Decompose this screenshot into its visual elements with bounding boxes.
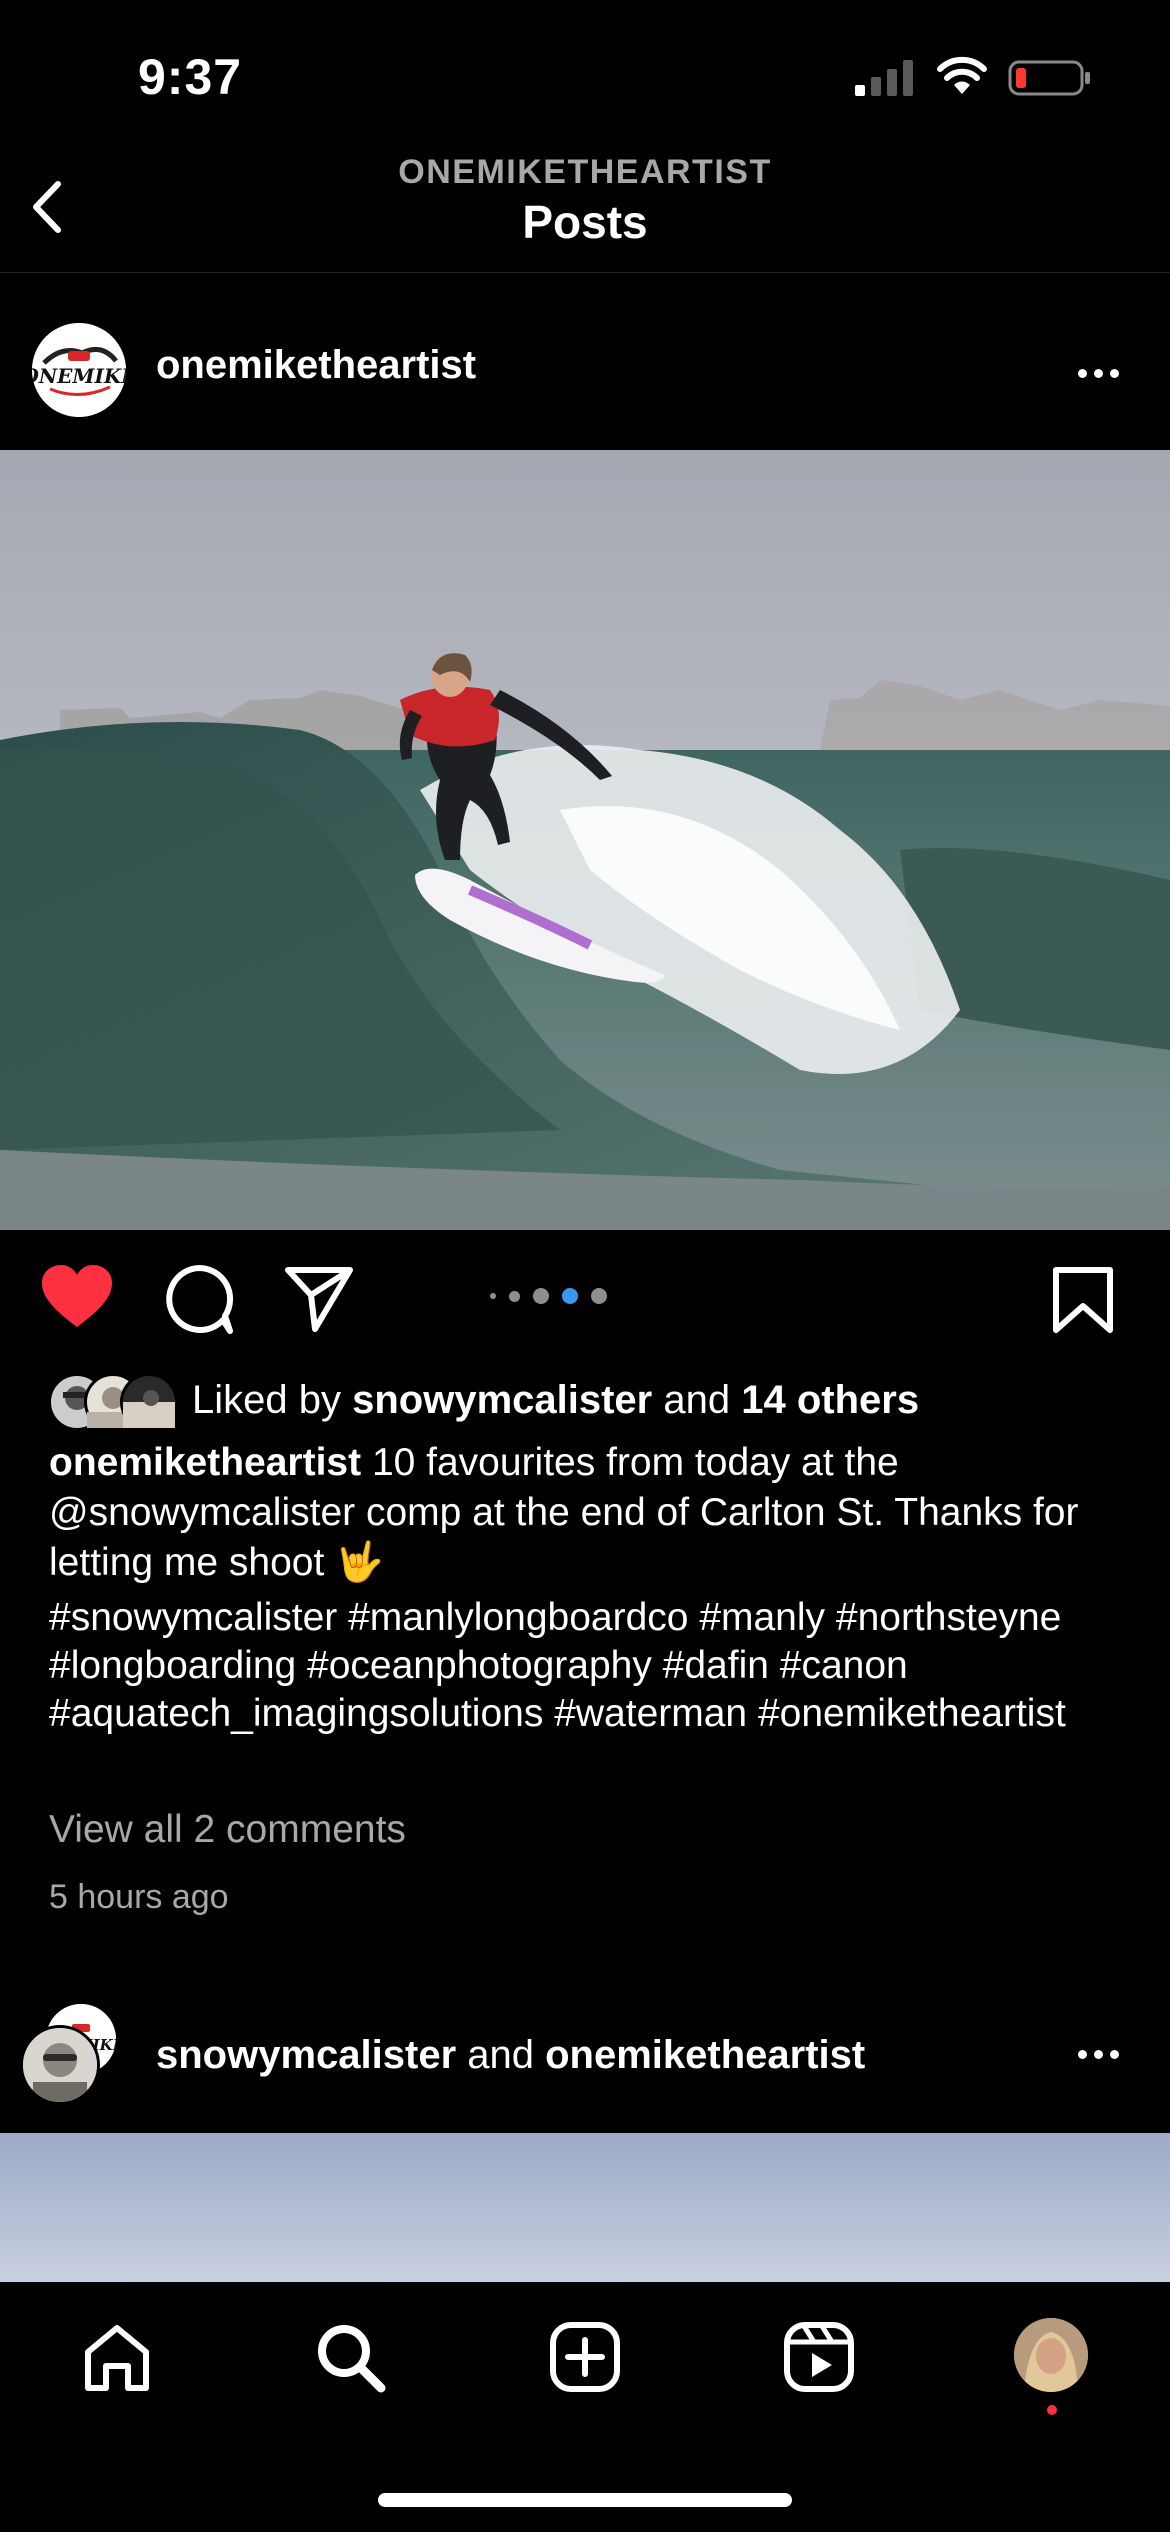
svg-text:ONEMIKE: ONEMIKE: [32, 364, 126, 388]
post-options-button[interactable]: [1078, 2046, 1128, 2059]
post-caption: onemiketheartist 10 favourites from toda…: [49, 1438, 1129, 1588]
search-icon[interactable]: [313, 2320, 387, 2394]
post-photo[interactable]: [0, 2133, 1170, 2283]
likes-prefix: Liked by: [192, 1378, 353, 1422]
likes-joiner: and: [652, 1378, 742, 1422]
save-button[interactable]: [1050, 1266, 1116, 1334]
onemike-logo-icon: ONEMIKE: [32, 323, 126, 417]
post-author-avatar[interactable]: ONEMIKE: [32, 323, 126, 417]
surfer-photo-image: [0, 450, 1170, 1230]
header-subtitle: ONEMIKETHEARTIST: [398, 153, 772, 191]
post-author-avatar[interactable]: [20, 2025, 100, 2105]
view-comments-link[interactable]: View all 2 comments: [49, 1808, 406, 1852]
header-divider: [0, 272, 1170, 273]
post-timestamp: 5 hours ago: [49, 1878, 229, 1916]
status-time: 9:37: [138, 49, 243, 105]
post-author-usernames[interactable]: snowymcalister and onemiketheartist: [156, 2033, 865, 2078]
liker-avatar: [120, 1373, 178, 1431]
post-author-username[interactable]: onemiketheartist: [156, 343, 476, 388]
post-photo[interactable]: [0, 450, 1170, 1230]
wifi-icon: [937, 56, 987, 94]
battery-low-icon: [1008, 60, 1090, 96]
reels-icon[interactable]: [782, 2320, 856, 2394]
collab-username-2[interactable]: onemiketheartist: [545, 2033, 865, 2077]
likes-summary[interactable]: Liked by snowymcalister and 14 others: [192, 1378, 919, 1423]
author-portrait-image: [23, 2028, 97, 2102]
home-icon[interactable]: [80, 2320, 154, 2394]
collab-username-1[interactable]: snowymcalister: [156, 2033, 456, 2077]
carousel-indicator: [490, 1286, 607, 1306]
liker-username[interactable]: snowymcalister: [352, 1378, 652, 1422]
page-title: Posts: [522, 196, 648, 248]
likes-others[interactable]: 14 others: [741, 1378, 919, 1422]
profile-photo-image: [1014, 2318, 1088, 2392]
collab-joiner: and: [456, 2033, 546, 2077]
cellular-signal-icon: [855, 60, 913, 96]
post-options-button[interactable]: [1078, 365, 1128, 378]
home-indicator: [378, 2493, 792, 2507]
profile-tab-avatar[interactable]: [1014, 2318, 1088, 2392]
caption-username[interactable]: onemiketheartist: [49, 1441, 361, 1484]
comment-button[interactable]: [163, 1263, 235, 1335]
create-icon[interactable]: [548, 2320, 622, 2394]
like-button[interactable]: [40, 1263, 114, 1331]
liker-avatars[interactable]: [48, 1373, 183, 1431]
post-hashtags[interactable]: #snowymcalister #manlylongboardco #manly…: [49, 1594, 1129, 1738]
notification-dot: [1047, 2405, 1057, 2415]
share-button[interactable]: [283, 1265, 355, 1333]
